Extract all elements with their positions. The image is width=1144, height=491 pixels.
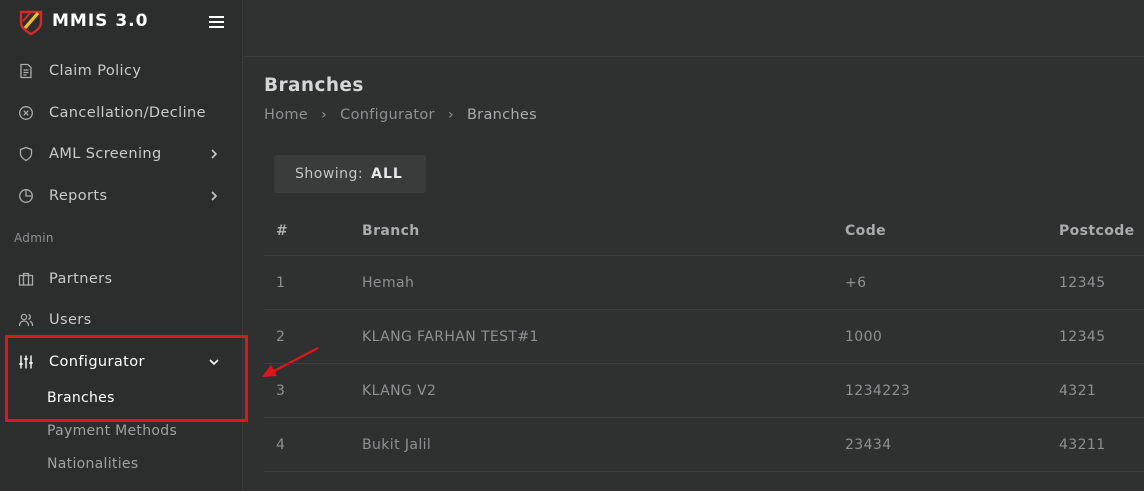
x-circle-icon	[19, 106, 33, 120]
page-title: Branches	[264, 75, 364, 96]
breadcrumb-configurator[interactable]: Configurator	[340, 107, 435, 123]
sidebar-item-reports[interactable]: Reports	[0, 176, 243, 216]
sidebar-subitem-nationalities[interactable]: Nationalities	[47, 456, 138, 472]
breadcrumb-home[interactable]: Home	[264, 107, 308, 123]
sidebar-item-partners[interactable]: Partners	[0, 259, 243, 299]
table-row[interactable]: 3 KLANG V2 1234223 4321	[264, 364, 1144, 418]
sidebar-item-label: Claim Policy	[49, 63, 142, 79]
table-row[interactable]: 1 Hemah +6 12345	[264, 256, 1144, 310]
cell-postcode: 12345	[1059, 328, 1106, 345]
cell-branch: KLANG FARHAN TEST#1	[362, 328, 539, 345]
branches-table: # Branch Code Postcode 1 Hemah +6 12345 …	[264, 206, 1144, 472]
sidebar: MMIS 3.0 Claim Policy Cancellation/Decli…	[0, 0, 243, 491]
showing-filter-button[interactable]: Showing: ALL	[274, 155, 426, 193]
filter-value: ALL	[371, 166, 403, 182]
sidebar-item-cancellation-decline[interactable]: Cancellation/Decline	[0, 93, 243, 133]
column-header-code[interactable]: Code	[845, 206, 886, 255]
sidebar-item-claim-policy[interactable]: Claim Policy	[0, 51, 243, 91]
table-header-row: # Branch Code Postcode	[264, 206, 1144, 256]
cell-code: +6	[845, 274, 867, 291]
breadcrumb-current: Branches	[466, 107, 537, 123]
document-icon	[20, 63, 32, 79]
sidebar-subitem-payment-methods[interactable]: Payment Methods	[47, 423, 177, 439]
breadcrumb-separator: ›	[447, 107, 454, 123]
cell-branch: Hemah	[362, 274, 415, 291]
table-row[interactable]: 4 Bukit Jalil 23434 43211	[264, 418, 1144, 472]
sidebar-subitem-branches[interactable]: Branches	[47, 390, 115, 406]
sidebar-item-label: Cancellation/Decline	[49, 105, 206, 121]
column-header-number[interactable]: #	[276, 206, 288, 255]
cell-number: 4	[276, 436, 286, 453]
sidebar-section-admin: Admin	[14, 231, 54, 245]
cell-branch: Bukit Jalil	[362, 436, 432, 453]
users-icon	[18, 313, 34, 327]
sidebar-item-configurator[interactable]: Configurator	[0, 342, 243, 382]
brand: MMIS 3.0	[0, 0, 243, 44]
chevron-right-icon	[211, 191, 218, 201]
cell-postcode: 12345	[1059, 274, 1106, 291]
filter-label: Showing:	[295, 166, 364, 182]
app-title: MMIS 3.0	[52, 11, 149, 31]
shield-icon	[19, 146, 33, 162]
sidebar-item-label: Users	[49, 312, 92, 328]
sidebar-item-users[interactable]: Users	[0, 300, 243, 340]
briefcase-icon	[18, 272, 34, 286]
table-row[interactable]: 2 KLANG FARHAN TEST#1 1000 12345	[264, 310, 1144, 364]
cell-number: 3	[276, 382, 286, 399]
hamburger-menu-icon[interactable]	[208, 13, 226, 29]
top-header-bar	[244, 0, 1144, 57]
sidebar-item-label: Partners	[49, 271, 113, 287]
cell-code: 1234223	[845, 382, 911, 399]
cell-code: 23434	[845, 436, 892, 453]
column-header-branch[interactable]: Branch	[362, 206, 420, 255]
cell-number: 2	[276, 328, 286, 345]
logo-icon	[19, 10, 43, 35]
chevron-right-icon	[211, 149, 218, 159]
cell-number: 1	[276, 274, 286, 291]
breadcrumb-separator: ›	[321, 107, 328, 123]
cell-code: 1000	[845, 328, 883, 345]
breadcrumb: Home › Configurator › Branches	[264, 107, 537, 123]
column-header-postcode[interactable]: Postcode	[1059, 206, 1135, 255]
cell-postcode: 43211	[1059, 436, 1106, 453]
sidebar-item-label: AML Screening	[49, 146, 162, 162]
chevron-down-icon	[209, 359, 219, 366]
sidebar-item-label: Reports	[49, 188, 108, 204]
cell-branch: KLANG V2	[362, 382, 437, 399]
sliders-icon	[19, 355, 33, 369]
sidebar-item-aml-screening[interactable]: AML Screening	[0, 134, 243, 174]
sidebar-item-label: Configurator	[49, 354, 145, 370]
cell-postcode: 4321	[1059, 382, 1097, 399]
pie-chart-icon	[19, 189, 33, 203]
